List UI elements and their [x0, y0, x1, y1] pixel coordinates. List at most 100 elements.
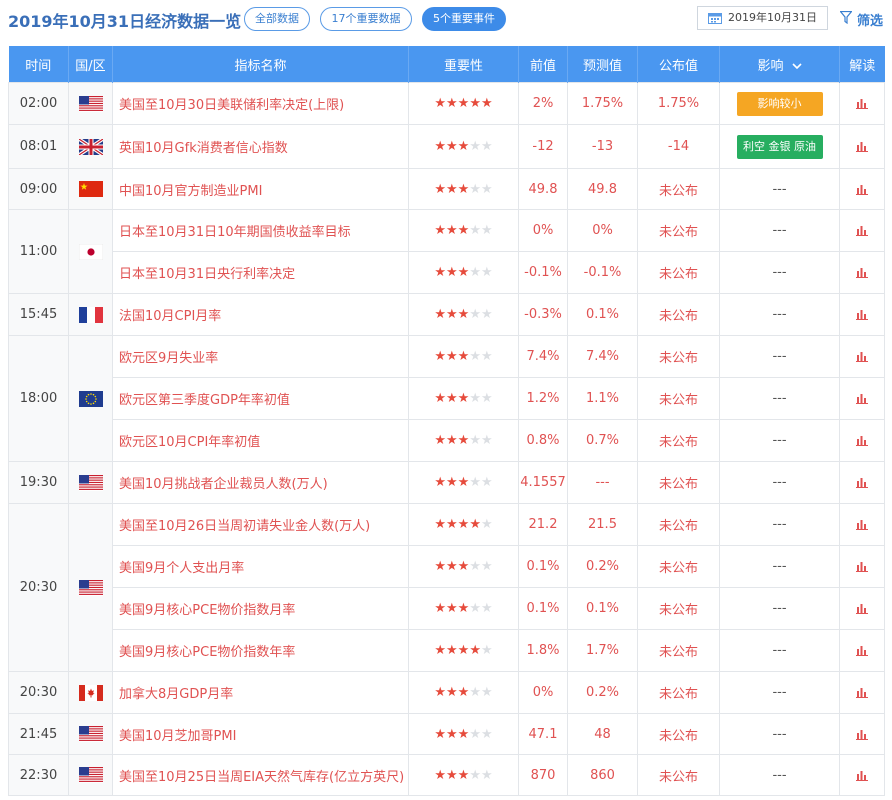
indicator-name[interactable]: 美国9月核心PCE物价指数月率 — [112, 587, 409, 630]
economic-calendar-table: 时间 国/区 指标名称 重要性 前值 预测值 公布值 影响 解读 02:00 美国… — [8, 46, 885, 796]
table-row[interactable]: 日本至10月31日央行利率决定 ★★★★★ -0.1% -0.1% 未公布 --- — [9, 251, 885, 294]
analysis-cell[interactable] — [839, 503, 885, 546]
bar-chart-icon — [856, 436, 868, 446]
previous-value: 0.1% — [518, 545, 568, 588]
analysis-cell[interactable] — [839, 377, 885, 420]
bar-chart-icon — [856, 604, 868, 614]
table-row[interactable]: 21:45 美国10月芝加哥PMI ★★★★★ 47.1 48 未公布 --- — [8, 713, 885, 755]
forecast-value: 860 — [567, 754, 638, 796]
actual-value: 未公布 — [637, 377, 720, 420]
forecast-value: 21.5 — [567, 503, 638, 546]
table-row[interactable]: 08:01 英国10月Gfk消费者信心指数 ★★★★★ -12 -13 -14 利空 金银… — [8, 124, 885, 169]
analysis-cell[interactable] — [839, 629, 885, 672]
actual-value: 未公布 — [637, 503, 720, 546]
indicator-name[interactable]: 欧元区10月CPI年率初值 — [112, 419, 409, 462]
eu-flag-icon — [78, 390, 103, 407]
cn-flag-icon — [78, 181, 103, 197]
actual-value: 未公布 — [637, 671, 720, 714]
analysis-cell[interactable] — [839, 82, 885, 125]
col-forecast: 预测值 — [567, 46, 638, 83]
time-cell: 08:01 — [8, 124, 69, 169]
forecast-value: 1.7% — [567, 629, 638, 672]
bar-chart-icon — [856, 729, 868, 740]
indicator-name[interactable]: 日本至10月31日央行利率决定 — [112, 251, 409, 294]
analysis-cell[interactable] — [839, 671, 885, 714]
indicator-name[interactable]: 美国10月挑战者企业裁员人数(万人) — [112, 461, 409, 504]
table-row[interactable]: 15:45 法国10月CPI月率 ★★★★★ -0.3% 0.1% 未公布 --- — [8, 293, 885, 336]
us-flag-icon — [78, 474, 103, 491]
analysis-cell[interactable] — [839, 754, 885, 796]
filter-label: 筛选 — [857, 14, 884, 29]
table-row[interactable]: 20:30 美国至10月26日当周初请失业金人数(万人) ★★★★★ 21.2 21.5… — [8, 503, 885, 672]
table-row[interactable]: 美国9月核心PCE物价指数年率 ★★★★★ 1.8% 1.7% 未公布 --- — [9, 629, 885, 672]
forecast-value: 48 — [567, 713, 638, 755]
actual-value: 未公布 — [637, 754, 720, 796]
forecast-value: --- — [567, 461, 638, 504]
filter-important-data-button[interactable]: 17个重要数据 — [320, 7, 412, 31]
analysis-cell[interactable] — [839, 419, 885, 462]
analysis-cell[interactable] — [839, 461, 885, 504]
analysis-cell[interactable] — [839, 251, 885, 294]
impact-text: --- — [772, 307, 787, 322]
analysis-cell[interactable] — [839, 335, 885, 378]
calendar-icon — [708, 13, 722, 24]
country-cell — [68, 293, 113, 336]
time-cell: 11:00 — [8, 209, 69, 294]
table-row[interactable]: 美国9月个人支出月率 ★★★★★ 0.1% 0.2% 未公布 --- — [9, 545, 885, 588]
filter-button[interactable]: 筛选 — [840, 10, 884, 29]
date-picker[interactable]: 2019年10月31日 — [697, 6, 828, 30]
country-cell — [68, 671, 113, 714]
table-row[interactable]: 19:30 美国10月挑战者企业裁员人数(万人) ★★★★★ 4.1557 --- 未公布… — [8, 461, 885, 504]
table-row[interactable]: 欧元区第三季度GDP年率初值 ★★★★★ 1.2% 1.1% 未公布 --- — [9, 377, 885, 420]
table-row[interactable]: 09:00 中国10月官方制造业PMI ★★★★★ 49.8 49.8 未公布 --- — [8, 168, 885, 210]
indicator-name[interactable]: 英国10月Gfk消费者信心指数 — [112, 124, 409, 169]
table-row[interactable]: 22:30 美国至10月25日当周EIA天然气库存(亿立方英尺) ★★★★★ 870 8… — [8, 754, 885, 796]
forecast-value: -0.1% — [567, 251, 638, 294]
analysis-cell[interactable] — [839, 209, 885, 252]
actual-value: 未公布 — [637, 168, 720, 210]
country-cell — [68, 461, 113, 504]
analysis-cell[interactable] — [839, 587, 885, 630]
indicator-name[interactable]: 美国10月芝加哥PMI — [112, 713, 409, 755]
indicator-name[interactable]: 美国至10月26日当周初请失业金人数(万人) — [112, 503, 409, 546]
country-cell — [68, 82, 113, 125]
indicator-name[interactable]: 加拿大8月GDP月率 — [112, 671, 409, 714]
indicator-name[interactable]: 美国9月个人支出月率 — [112, 545, 409, 588]
col-analysis: 解读 — [839, 46, 885, 83]
table-header-row: 时间 国/区 指标名称 重要性 前值 预测值 公布值 影响 解读 — [8, 46, 885, 83]
indicator-name[interactable]: 美国9月核心PCE物价指数年率 — [112, 629, 409, 672]
impact-cell: --- — [719, 293, 840, 336]
table-row[interactable]: 美国9月核心PCE物价指数月率 ★★★★★ 0.1% 0.1% 未公布 --- — [9, 587, 885, 630]
table-row[interactable]: 18:00 欧元区9月失业率 ★★★★★ 7.4% 7.4% 未公布 --- — [8, 335, 885, 462]
previous-value: 7.4% — [518, 335, 568, 378]
table-row[interactable]: 20:30 加拿大8月GDP月率 ★★★★★ 0% 0.2% 未公布 --- — [8, 671, 885, 714]
col-impact[interactable]: 影响 — [719, 46, 840, 83]
analysis-cell[interactable] — [839, 293, 885, 336]
analysis-cell[interactable] — [839, 124, 885, 169]
indicator-name[interactable]: 中国10月官方制造业PMI — [112, 168, 409, 210]
table-row[interactable]: 欧元区10月CPI年率初值 ★★★★★ 0.8% 0.7% 未公布 --- — [9, 419, 885, 462]
impact-text: --- — [772, 517, 787, 532]
analysis-cell[interactable] — [839, 713, 885, 755]
analysis-cell[interactable] — [839, 168, 885, 210]
indicator-name[interactable]: 法国10月CPI月率 — [112, 293, 409, 336]
impact-cell: --- — [719, 251, 840, 294]
impact-cell: 影响较小 — [719, 82, 840, 125]
table-row[interactable]: 02:00 美国至10月30日美联储利率决定(上限) ★★★★★ 2% 1.75% 1.7… — [8, 82, 885, 125]
filter-important-events-button[interactable]: 5个重要事件 — [422, 7, 506, 31]
forecast-value: 0.1% — [567, 587, 638, 630]
analysis-cell[interactable] — [839, 545, 885, 588]
impact-text: --- — [772, 726, 787, 742]
filter-all-data-button[interactable]: 全部数据 — [244, 7, 310, 31]
previous-value: -0.1% — [518, 251, 568, 294]
bar-chart-icon — [856, 226, 868, 236]
table-row[interactable]: 11:00 日本至10月31日10年期国债收益率目标 ★★★★★ 0% 0% 未公布 --- — [8, 209, 885, 294]
indicator-name[interactable]: 欧元区9月失业率 — [112, 335, 409, 378]
indicator-name[interactable]: 欧元区第三季度GDP年率初值 — [112, 377, 409, 420]
indicator-name[interactable]: 日本至10月31日10年期国债收益率目标 — [112, 209, 409, 252]
indicator-name[interactable]: 美国至10月30日美联储利率决定(上限) — [112, 82, 409, 125]
impact-cell: --- — [719, 503, 840, 546]
bar-chart-icon — [856, 394, 868, 404]
indicator-name[interactable]: 美国至10月25日当周EIA天然气库存(亿立方英尺) — [112, 754, 409, 796]
impact-text: --- — [772, 433, 787, 448]
